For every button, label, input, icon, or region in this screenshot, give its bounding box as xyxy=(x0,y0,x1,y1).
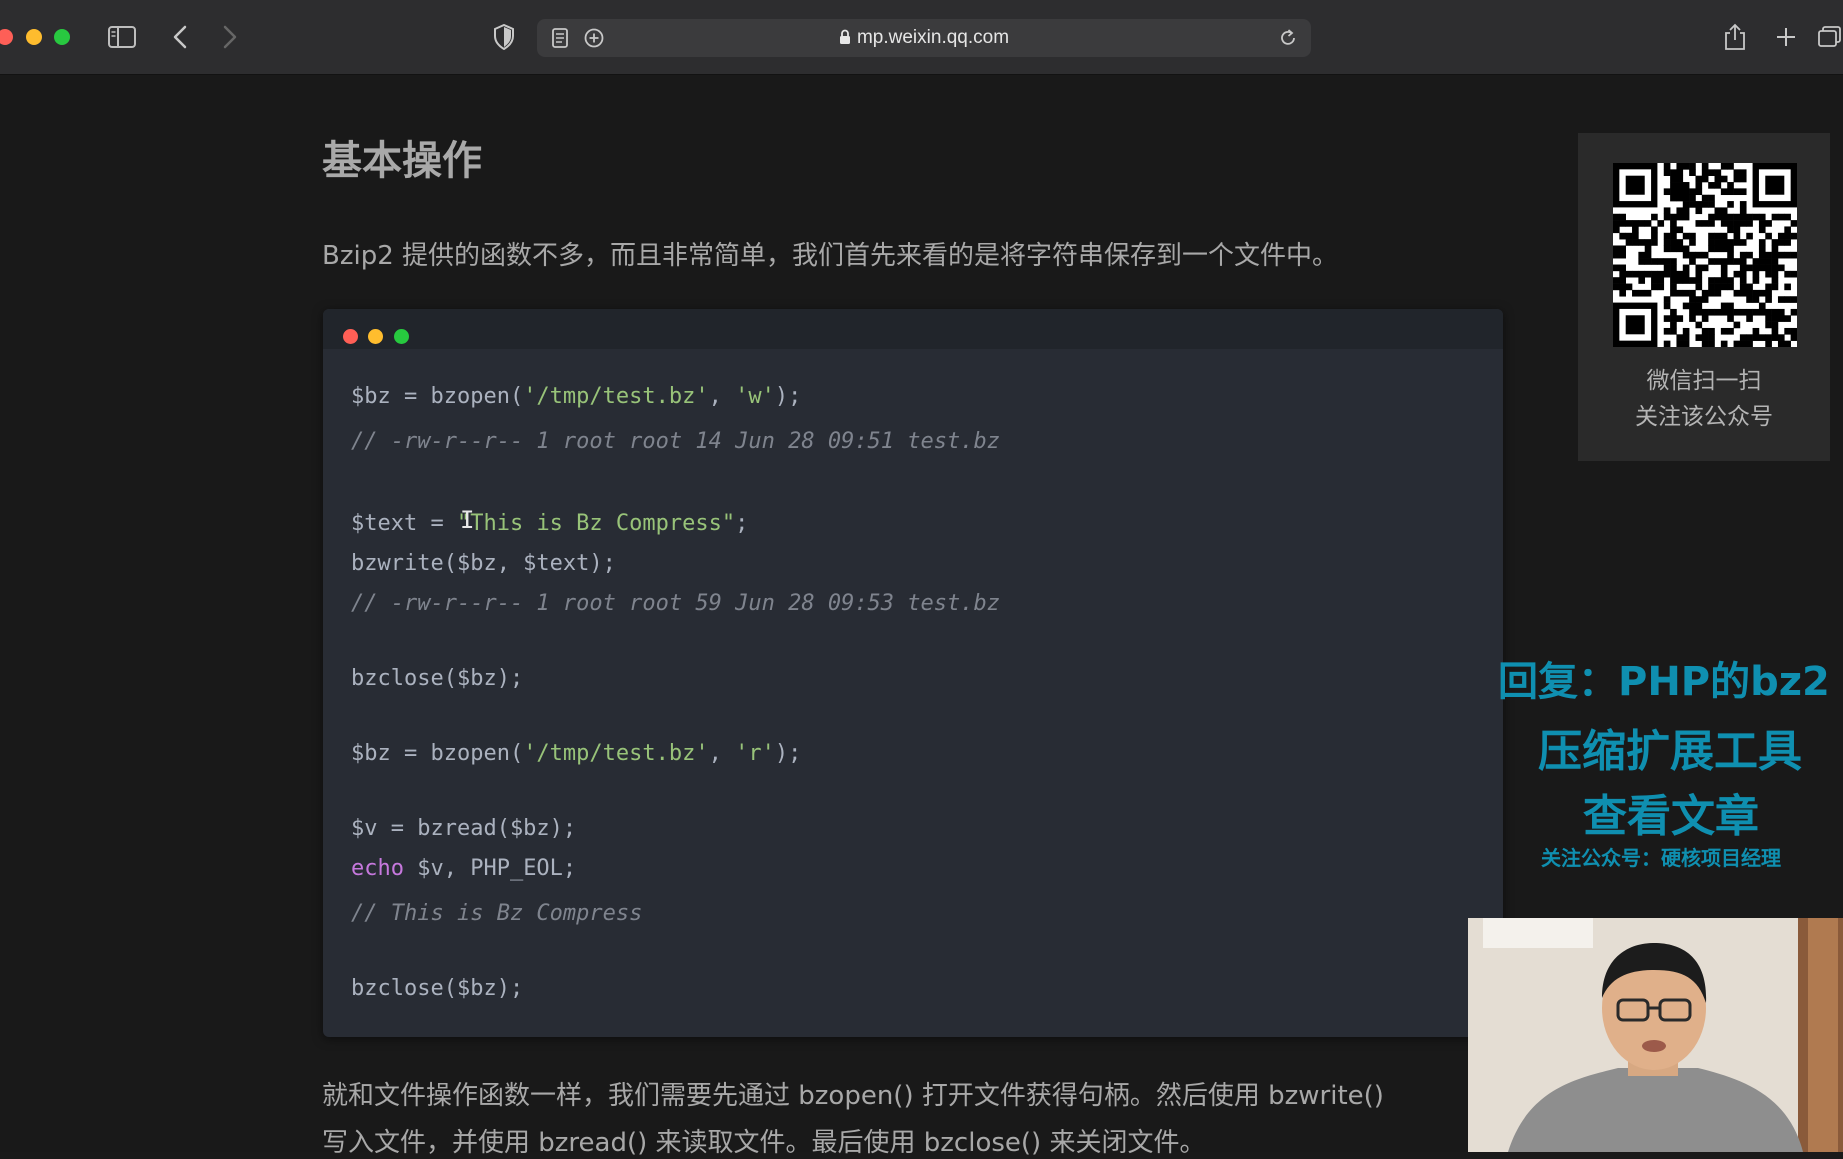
code-comment: // -rw-r--r-- 1 root root 14 Jun 28 09:5… xyxy=(351,429,1001,454)
webcam-video xyxy=(1468,918,1843,1152)
reload-icon[interactable] xyxy=(1271,23,1305,53)
code-comment: // -rw-r--r-- 1 root root 59 Jun 28 09:5… xyxy=(351,591,1001,616)
privacy-shield-icon[interactable] xyxy=(487,22,521,52)
qr-code-image xyxy=(1613,163,1798,348)
intro-paragraph: Bzip2 提供的函数不多，而且非常简单，我们首先来看的是将字符串保存到一个文件… xyxy=(322,241,1339,271)
code-block: $bz = bzopen('/tmp/test.bz', 'w'); // -r… xyxy=(323,309,1503,1037)
code-comment: // This is Bz Compress xyxy=(351,901,643,926)
code-green-dot xyxy=(394,329,409,344)
address-url[interactable]: mp.weixin.qq.com xyxy=(537,19,1311,57)
qr-caption-line2: 关注该公众号 xyxy=(1635,404,1773,430)
qr-code-panel: 微信扫一扫 关注该公众号 xyxy=(1578,133,1830,461)
code-block-header xyxy=(323,309,1503,349)
minimize-window-button[interactable] xyxy=(26,29,42,45)
code-line: bzwrite($bz, $text); xyxy=(351,551,616,576)
overlay-view-text: 查看文章 xyxy=(1583,791,1759,842)
back-icon[interactable] xyxy=(163,22,197,52)
code-line: $bz = bzopen('/tmp/test.bz', 'r'); xyxy=(351,741,802,766)
section-heading: 基本操作 xyxy=(322,138,482,184)
code-line: $text = "This is Bz Compress"; xyxy=(351,511,749,536)
overlay-title-text: 压缩扩展工具 xyxy=(1538,726,1802,777)
share-icon[interactable] xyxy=(1718,22,1752,52)
tab-overview-icon[interactable] xyxy=(1818,22,1843,52)
qr-caption-line1: 微信扫一扫 xyxy=(1646,368,1762,394)
zoom-window-button[interactable] xyxy=(54,29,70,45)
new-tab-icon[interactable] xyxy=(1769,22,1803,52)
close-window-button[interactable] xyxy=(0,29,13,45)
code-line: bzclose($bz); xyxy=(351,666,524,691)
outro-paragraph-line2: 写入文件，并使用 bzread() 来读取文件。最后使用 bzclose() 来… xyxy=(322,1128,1206,1158)
url-text: mp.weixin.qq.com xyxy=(856,27,1010,48)
code-yellow-dot xyxy=(368,329,383,344)
code-line: echo $v, PHP_EOL; xyxy=(351,856,577,881)
code-line: $bz = bzopen('/tmp/test.bz', 'w'); xyxy=(351,384,802,409)
sidebar-toggle-icon[interactable] xyxy=(105,22,139,52)
address-bar[interactable]: mp.weixin.qq.com xyxy=(537,19,1311,57)
text-cursor-icon: I xyxy=(460,506,475,534)
overlay-reply-text: 回复：PHP的bz2 xyxy=(1498,659,1830,705)
overlay-follow-text: 关注公众号：硬核项目经理 xyxy=(1541,846,1781,870)
forward-icon[interactable] xyxy=(213,22,247,52)
browser-toolbar: mp.weixin.qq.com xyxy=(0,0,1843,75)
code-line: bzclose($bz); xyxy=(351,976,524,1001)
outro-paragraph-line1: 就和文件操作函数一样，我们需要先通过 bzopen() 打开文件获得句柄。然后使… xyxy=(322,1081,1384,1111)
code-line: $v = bzread($bz); xyxy=(351,816,577,841)
code-red-dot xyxy=(343,329,358,344)
lock-icon xyxy=(839,21,851,59)
